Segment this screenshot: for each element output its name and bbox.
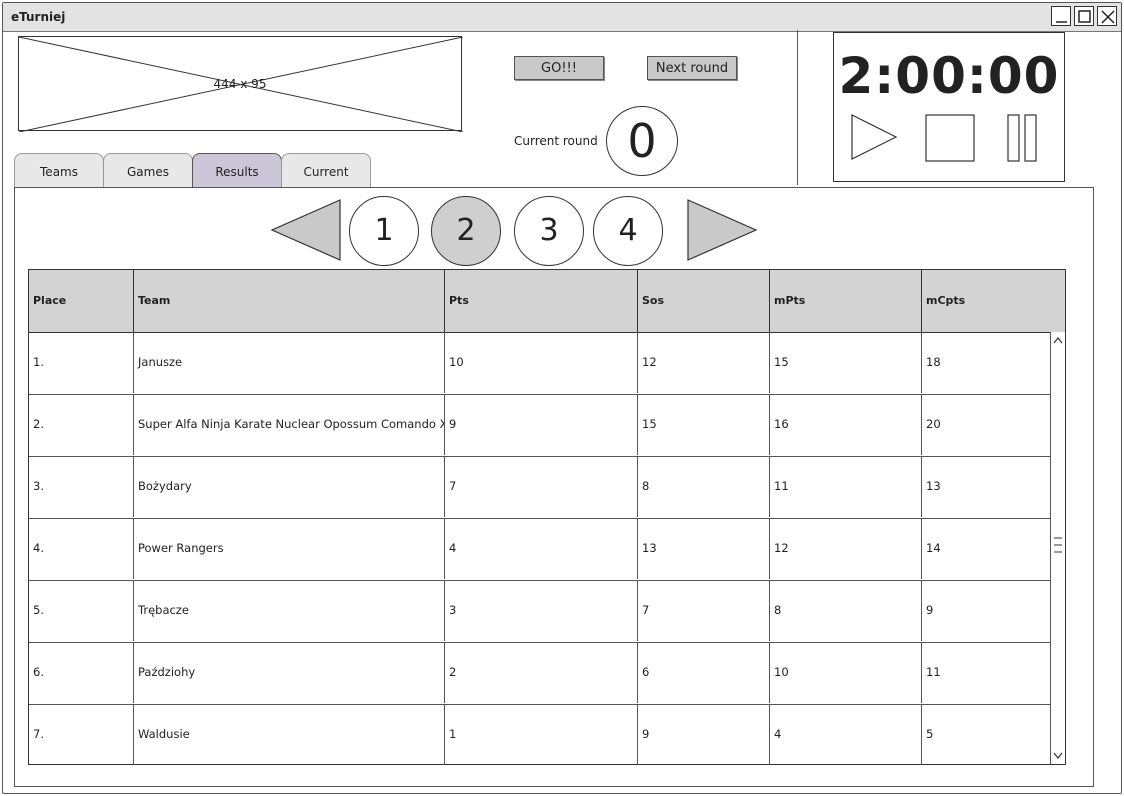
column-header-pts[interactable]: Pts (444, 270, 638, 332)
pause-icon[interactable] (1006, 113, 1040, 163)
cell-place: 2. (33, 417, 44, 431)
round-page-2[interactable]: 2 (431, 196, 501, 266)
table-row[interactable]: 7. Waldusie 1 9 4 5 (29, 704, 1051, 766)
cell-mpts: 16 (769, 394, 922, 455)
cell-sos: 8 (637, 456, 770, 517)
cell-team: Power Rangers (133, 518, 445, 579)
cell-sos: 6 (637, 642, 770, 703)
cell-mcpts: 11 (921, 642, 1051, 703)
cell-mcpts: 13 (921, 456, 1051, 517)
current-round-value: 0 (606, 106, 678, 176)
table-row[interactable]: 1. Janusze 10 12 15 18 (29, 332, 1051, 395)
previous-round-arrow-icon[interactable] (270, 198, 342, 262)
cell-pts: 1 (444, 704, 638, 765)
next-round-button[interactable]: Next round (647, 56, 737, 80)
cell-sos: 15 (637, 394, 770, 455)
table-scrollbar[interactable] (1050, 332, 1065, 764)
minimize-button[interactable] (1051, 6, 1071, 26)
go-button[interactable]: GO!!! (514, 56, 604, 80)
column-header-mpts[interactable]: mPts (769, 270, 922, 332)
scroll-up-icon[interactable] (1051, 334, 1065, 346)
cell-place: 4. (33, 541, 44, 555)
table-row[interactable]: 2. Super Alfa Ninja Karate Nuclear Oposs… (29, 394, 1051, 457)
header-divider (797, 30, 798, 185)
tab-current-games[interactable]: Current games (281, 153, 371, 215)
cell-pts: 3 (444, 580, 638, 641)
stop-icon[interactable] (924, 113, 978, 163)
cell-mpts: 12 (769, 518, 922, 579)
cell-pts: 10 (444, 332, 638, 393)
table-row[interactable]: 3. Bożydary 7 8 11 13 (29, 456, 1051, 519)
cell-mcpts: 9 (921, 580, 1051, 641)
next-round-arrow-icon[interactable] (686, 198, 758, 262)
close-button[interactable] (1097, 6, 1117, 26)
cell-mcpts: 18 (921, 332, 1051, 393)
timer-panel: 2:00:00 (833, 32, 1065, 182)
table-header: Place Team Pts Sos mPts mCpts (29, 270, 1065, 333)
round-page-1[interactable]: 1 (349, 196, 419, 266)
cell-team: Paździohy (133, 642, 445, 703)
round-page-4[interactable]: 4 (593, 196, 663, 266)
cell-place: 5. (33, 603, 44, 617)
results-table: Place Team Pts Sos mPts mCpts 1. Janusze… (28, 269, 1066, 765)
maximize-button[interactable] (1074, 6, 1094, 26)
table-row[interactable]: 6. Paździohy 2 6 10 11 (29, 642, 1051, 705)
cell-place: 6. (33, 665, 44, 679)
cell-pts: 4 (444, 518, 638, 579)
cell-mpts: 8 (769, 580, 922, 641)
cell-team: Trębacze (133, 580, 445, 641)
column-header-sos[interactable]: Sos (637, 270, 770, 332)
table-row[interactable]: 5. Trębacze 3 7 8 9 (29, 580, 1051, 643)
tab-results[interactable]: Results (192, 153, 282, 187)
scroll-down-icon[interactable] (1051, 750, 1065, 762)
cell-mcpts: 5 (921, 704, 1051, 765)
cell-mcpts: 14 (921, 518, 1051, 579)
cell-pts: 7 (444, 456, 638, 517)
tab-games[interactable]: Games (103, 153, 193, 187)
timer-display: 2:00:00 (838, 47, 1060, 105)
cell-pts: 2 (444, 642, 638, 703)
tab-teams[interactable]: Teams (14, 153, 104, 187)
column-header-team[interactable]: Team (133, 270, 445, 332)
title-bar: eTurniej (3, 3, 1121, 32)
column-header-mcpts[interactable]: mCpts (921, 270, 1064, 332)
cell-pts: 9 (444, 394, 638, 455)
cell-place: 1. (33, 355, 44, 369)
cell-sos: 9 (637, 704, 770, 765)
cell-sos: 12 (637, 332, 770, 393)
cell-sos: 13 (637, 518, 770, 579)
cell-team: Waldusie (133, 704, 445, 765)
window-title: eTurniej (11, 10, 66, 24)
scroll-thumb-grip-icon[interactable] (1051, 532, 1065, 558)
cell-team: Bożydary (133, 456, 445, 517)
round-page-3[interactable]: 3 (514, 196, 584, 266)
cell-mpts: 10 (769, 642, 922, 703)
cell-mpts: 4 (769, 704, 922, 765)
cell-sos: 7 (637, 580, 770, 641)
cell-mcpts: 20 (921, 394, 1051, 455)
current-round-label: Current round (514, 134, 598, 148)
logo-placeholder-label: 444 x 95 (213, 77, 267, 91)
cell-place: 7. (33, 727, 44, 741)
play-icon[interactable] (850, 113, 900, 163)
logo-image-placeholder: 444 x 95 (18, 36, 463, 132)
cell-place: 3. (33, 479, 44, 493)
cell-mpts: 15 (769, 332, 922, 393)
cell-team: Janusze (133, 332, 445, 393)
cell-mpts: 11 (769, 456, 922, 517)
cell-team: Super Alfa Ninja Karate Nuclear Opossum … (133, 394, 445, 455)
table-row[interactable]: 4. Power Rangers 4 13 12 14 (29, 518, 1051, 581)
column-header-place[interactable]: Place (29, 270, 134, 332)
